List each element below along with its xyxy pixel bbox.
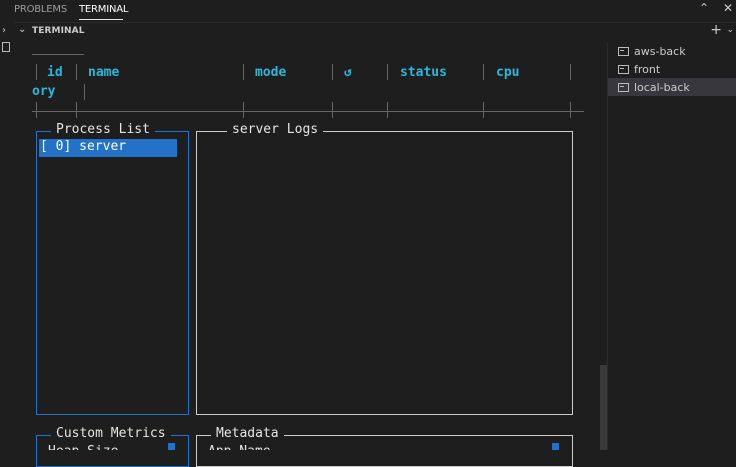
terminal-dropdown-icon[interactable]: ⌄ [726, 25, 734, 35]
maximize-panel-icon[interactable]: ⌃ [698, 1, 710, 15]
terminal-output[interactable]: id name mode ↺ status cpu ory Process Li… [14, 42, 596, 467]
col-sep [36, 64, 37, 80]
terminal-item-local-back[interactable]: local-back [608, 78, 736, 96]
logs-title: server Logs [227, 122, 324, 137]
terminal-header: ⌄ TERMINAL + ⌄ [14, 22, 736, 42]
metadata-scroll-indicator [552, 443, 559, 450]
col-sep [387, 64, 388, 80]
left-gutter: › [0, 22, 14, 450]
chevron-right-icon[interactable]: › [2, 25, 6, 36]
table-top-border [32, 54, 84, 55]
terminal-item-front[interactable]: front [608, 60, 736, 78]
col-sep [332, 102, 333, 118]
scrollbar-thumb[interactable] [600, 365, 607, 450]
metrics-partial-text: Heap Size [48, 444, 118, 450]
active-tab-indicator [79, 19, 123, 20]
col-sep [84, 84, 85, 100]
document-icon[interactable] [2, 42, 10, 52]
col-header-wrap: ory [32, 84, 56, 99]
col-header-name: name [88, 65, 120, 80]
col-sep [483, 102, 484, 118]
col-sep [243, 64, 244, 80]
col-header-status: status [400, 65, 447, 80]
terminal-icon [618, 82, 629, 92]
col-sep [387, 102, 388, 118]
metrics-scroll-indicator [168, 443, 175, 450]
col-sep [76, 102, 77, 118]
col-sep [243, 102, 244, 118]
col-header-cpu: cpu [496, 65, 520, 80]
logs-box[interactable] [196, 131, 573, 415]
process-list-item[interactable]: [ 0] server [39, 139, 177, 157]
chevron-down-icon[interactable]: ⌄ [18, 24, 26, 35]
col-sep [483, 64, 484, 80]
terminal-list: aws-back front local-back [607, 42, 736, 450]
terminal-item-label: local-back [634, 80, 690, 94]
panel-tab-bar: PROBLEMS TERMINAL ⌃ ✕ [0, 0, 736, 23]
process-list-title: Process List [51, 122, 155, 137]
col-sep [570, 102, 571, 118]
col-sep [76, 64, 77, 80]
terminal-title: TERMINAL [32, 26, 85, 36]
col-header-id: id [47, 65, 63, 80]
metadata-title: Metadata [211, 426, 284, 441]
process-list-box[interactable] [36, 131, 189, 415]
col-header-restarts: ↺ [344, 65, 352, 80]
add-terminal-icon[interactable]: + [710, 22, 722, 38]
col-sep [36, 102, 37, 118]
col-sep [332, 64, 333, 80]
col-header-mode: mode [255, 65, 287, 80]
terminal-item-aws-back[interactable]: aws-back [608, 42, 736, 60]
panel-actions: ⌃ ✕ [698, 1, 734, 15]
terminal-icon [618, 46, 629, 56]
tab-terminal[interactable]: TERMINAL [79, 4, 128, 15]
custom-metrics-title: Custom Metrics [51, 426, 171, 441]
terminal-item-label: aws-back [634, 44, 686, 58]
tab-problems[interactable]: PROBLEMS [14, 4, 67, 15]
terminal-item-label: front [634, 62, 661, 76]
terminal-icon [618, 64, 629, 74]
close-panel-icon[interactable]: ✕ [722, 1, 734, 15]
col-sep [570, 64, 571, 80]
metadata-partial-text: App Name [208, 444, 271, 450]
table-header-border [32, 111, 584, 112]
